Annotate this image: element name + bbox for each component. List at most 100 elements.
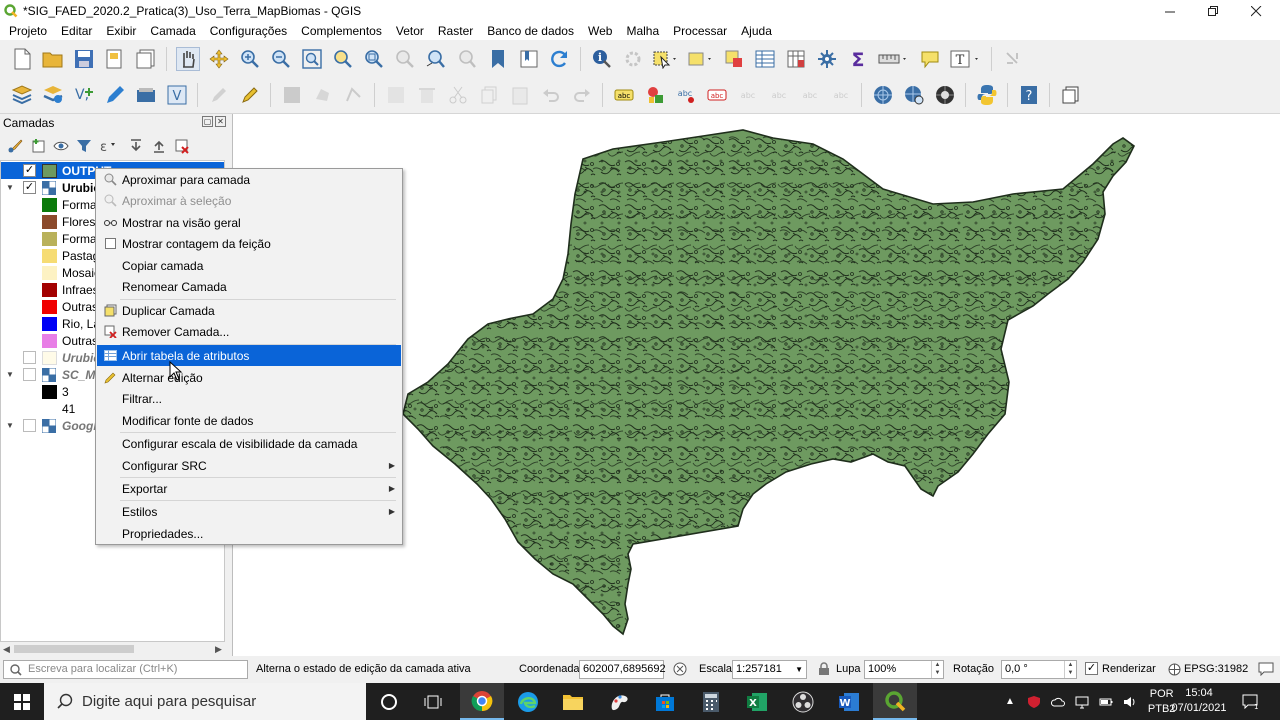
- taskbar-file-explorer[interactable]: [551, 683, 595, 720]
- undo-button[interactable]: [539, 83, 563, 107]
- deselect-all-button[interactable]: [722, 47, 746, 71]
- menu-item-change-data-source[interactable]: Modificar fonte de dados: [97, 410, 401, 431]
- scroll-right-icon[interactable]: ▶: [215, 644, 222, 655]
- menu-item-export[interactable]: Exportar ▶: [97, 478, 401, 499]
- redo-button[interactable]: [570, 83, 594, 107]
- network-icon[interactable]: [1075, 695, 1089, 709]
- layout-toggle-button[interactable]: [1059, 83, 1083, 107]
- actions-button[interactable]: [621, 47, 645, 71]
- menu-processar[interactable]: Processar: [666, 24, 734, 38]
- layout-manager-button[interactable]: [134, 47, 158, 71]
- filter-legend-button[interactable]: [75, 137, 93, 155]
- restore-button[interactable]: [1190, 0, 1236, 22]
- menu-item-duplicate-layer[interactable]: Duplicar Camada: [97, 300, 401, 321]
- checkbox-icon[interactable]: [105, 238, 116, 249]
- web-plugin-2-button[interactable]: [902, 83, 926, 107]
- zoom-out-button[interactable]: [269, 47, 293, 71]
- close-button[interactable]: [1233, 0, 1279, 22]
- statistics-button[interactable]: Σ: [846, 47, 870, 71]
- minimize-button[interactable]: [1147, 0, 1193, 22]
- expand-all-button[interactable]: [127, 137, 145, 155]
- magnifier-spinbox[interactable]: 100% ▲ ▼: [864, 660, 944, 679]
- start-button[interactable]: [0, 683, 44, 720]
- pan-to-selection-button[interactable]: [207, 47, 231, 71]
- open-project-button[interactable]: [41, 47, 65, 71]
- scale-combobox[interactable]: 1:257181 ▼: [732, 660, 807, 679]
- menu-banco-de-dados[interactable]: Banco de dados: [480, 24, 581, 38]
- collapse-arrow-icon[interactable]: ▼: [6, 370, 14, 379]
- close-panel-button[interactable]: ✕: [215, 116, 226, 127]
- change-label-button[interactable]: abc: [798, 83, 822, 107]
- refresh-button[interactable]: [548, 47, 572, 71]
- zoom-to-selection-button[interactable]: [331, 47, 355, 71]
- add-group-button[interactable]: [29, 137, 47, 155]
- zoom-to-layer-button[interactable]: [362, 47, 386, 71]
- menu-item-properties[interactable]: Propriedades...: [97, 523, 401, 544]
- rotation-spinbox[interactable]: 0,0 ° ▲ ▼: [1001, 660, 1077, 679]
- spin-arrows-icon[interactable]: ▲ ▼: [1064, 661, 1076, 678]
- layer-visibility-checkbox[interactable]: ✓: [23, 181, 36, 194]
- label-toolbar-button[interactable]: abc: [612, 83, 636, 107]
- vertex-tool-button[interactable]: [342, 83, 366, 107]
- toolbox-button[interactable]: [815, 47, 839, 71]
- menu-item-open-attribute-table[interactable]: Abrir tabela de atributos: [97, 345, 401, 366]
- taskbar-edge[interactable]: [506, 683, 550, 720]
- add-virtual-layer-button[interactable]: V: [165, 83, 189, 107]
- layer-visibility-checkbox[interactable]: ✓: [23, 164, 36, 177]
- open-attribute-table-button[interactable]: [753, 47, 777, 71]
- taskbar-chrome[interactable]: [460, 683, 504, 720]
- menu-camada[interactable]: Camada: [143, 24, 202, 38]
- menu-web[interactable]: Web: [581, 24, 619, 38]
- web-plugin-1-button[interactable]: [871, 83, 895, 107]
- digitize-button[interactable]: [103, 83, 127, 107]
- taskbar-qgis[interactable]: [873, 683, 917, 720]
- menu-item-zoom-to-selection[interactable]: Aproximar à seleção: [97, 190, 401, 211]
- new-map-view-button[interactable]: [486, 47, 510, 71]
- layer-visibility-checkbox[interactable]: [23, 351, 36, 364]
- taskbar-paint3d[interactable]: [598, 683, 642, 720]
- menu-configuracoes[interactable]: Configurações: [203, 24, 294, 38]
- layers-horizontal-scrollbar[interactable]: ◀ ▶: [0, 642, 225, 656]
- new-project-button[interactable]: [10, 47, 34, 71]
- bookmarks-button[interactable]: [517, 47, 541, 71]
- select-by-value-button[interactable]: [687, 47, 715, 71]
- spin-arrows-icon[interactable]: ▲ ▼: [931, 661, 943, 678]
- zoom-native-button[interactable]: [393, 47, 417, 71]
- new-print-layout-button[interactable]: [103, 47, 127, 71]
- notifications-icon[interactable]: 1: [1242, 693, 1258, 709]
- taskbar-obs[interactable]: [781, 683, 825, 720]
- locator-search-input[interactable]: Escreva para localizar (Ctrl+K): [3, 660, 248, 679]
- add-vector-layer-button[interactable]: [41, 83, 65, 107]
- task-view-button[interactable]: [411, 683, 455, 720]
- menu-exibir[interactable]: Exibir: [99, 24, 143, 38]
- remove-layer-button[interactable]: [173, 137, 191, 155]
- extra-tool-button[interactable]: [1001, 47, 1025, 71]
- taskbar-search-box[interactable]: Digite aqui para pesquisar: [44, 683, 366, 720]
- taskbar-clock[interactable]: 15:04 07/01/2021: [1168, 686, 1230, 716]
- paste-features-button[interactable]: [508, 83, 532, 107]
- manage-themes-button[interactable]: [52, 137, 70, 155]
- save-edits-button[interactable]: [280, 83, 304, 107]
- render-checkbox[interactable]: ✓: [1085, 662, 1098, 675]
- data-source-manager-button[interactable]: [10, 83, 34, 107]
- identify-button[interactable]: i: [590, 47, 614, 71]
- coordinate-field[interactable]: 602007,6895692: [579, 660, 666, 679]
- help-button[interactable]: ?: [1017, 83, 1041, 107]
- select-features-button[interactable]: [652, 47, 680, 71]
- add-wms-layer-button[interactable]: [134, 83, 158, 107]
- modify-attributes-button[interactable]: [384, 83, 408, 107]
- pan-map-button[interactable]: [175, 46, 200, 71]
- zoom-in-button[interactable]: [238, 47, 262, 71]
- python-console-button[interactable]: [975, 83, 999, 107]
- style-manager-button[interactable]: [6, 137, 24, 155]
- scroll-thumb[interactable]: [14, 645, 134, 653]
- map-tips-button[interactable]: [918, 47, 942, 71]
- copy-features-button[interactable]: [477, 83, 501, 107]
- menu-ajuda[interactable]: Ajuda: [734, 24, 779, 38]
- toggle-editing-button[interactable]: [238, 83, 262, 107]
- cortana-button[interactable]: [367, 683, 411, 720]
- lock-icon[interactable]: [818, 662, 830, 676]
- layer-diagram-button[interactable]: [643, 83, 667, 107]
- battery-icon[interactable]: [1099, 695, 1113, 709]
- menu-projeto[interactable]: Projeto: [2, 24, 54, 38]
